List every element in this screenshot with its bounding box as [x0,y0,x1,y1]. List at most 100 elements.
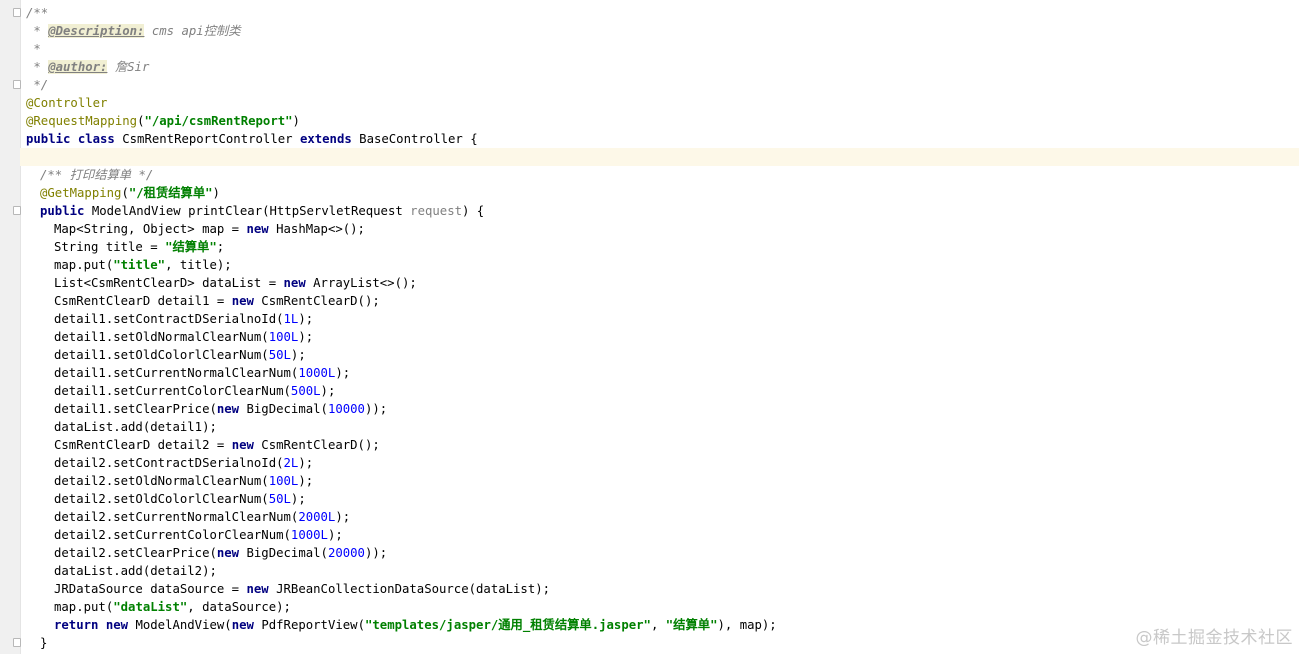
code-line[interactable]: @RequestMapping("/api/csmRentReport") [26,112,1299,130]
code-token: 10000 [327,402,365,416]
code-token: 20000 [327,546,365,560]
code-token: @RequestMapping [26,114,138,128]
code-line[interactable]: JRDataSource dataSource = new JRBeanColl… [26,580,1299,598]
code-token: 100L [268,330,299,344]
code-line[interactable]: @Controller [26,94,1299,112]
code-line[interactable]: String title = "结算单"; [26,238,1299,256]
code-line[interactable]: public ModelAndView printClear(HttpServl… [26,202,1299,220]
code-line[interactable]: */ [26,76,1299,94]
code-line[interactable]: CsmRentClearD detail2 = new CsmRentClear… [26,436,1299,454]
code-token: , title); [165,258,232,272]
code-line[interactable]: detail2.setClearPrice(new BigDecimal(200… [26,544,1299,562]
code-line[interactable]: public class CsmRentReportController ext… [26,130,1299,148]
code-token: ); [298,474,314,488]
code-token: "结算单" [165,240,217,254]
code-editor[interactable]: /** * @Description: cms api控制类 * * @auth… [20,4,1299,652]
code-line[interactable]: @GetMapping("/租赁结算单") [26,184,1299,202]
code-line[interactable]: detail1.setCurrentColorClearNum(500L); [26,382,1299,400]
code-token: detail1.setOldNormalClearNum( [54,330,269,344]
code-line[interactable]: detail1.setOldColorlClearNum(50L); [26,346,1299,364]
code-line[interactable]: dataList.add(detail2); [26,562,1299,580]
code-line[interactable] [20,148,1299,166]
code-token: detail1.setClearPrice( [54,402,217,416]
code-token: dataList.add(detail2); [54,564,217,578]
code-line[interactable]: detail2.setOldNormalClearNum(100L); [26,472,1299,490]
code-token: 2L [283,456,299,470]
code-token: 1L [283,312,299,326]
code-line[interactable]: /** 打印结算单 */ [26,166,1299,184]
code-line[interactable]: * [26,40,1299,58]
fold-marker-icon[interactable] [13,80,21,89]
code-token: , dataSource); [187,600,291,614]
code-token: ModelAndView printClear(HttpServletReque… [84,204,411,218]
code-token: "/api/csmRentReport" [144,114,293,128]
code-line[interactable]: /** [26,4,1299,22]
code-token: detail2.setCurrentColorClearNum( [54,528,291,542]
code-token: ) [292,114,300,128]
code-line[interactable]: * @Description: cms api控制类 [26,22,1299,40]
code-line[interactable]: Map<String, Object> map = new HashMap<>(… [26,220,1299,238]
code-line[interactable]: detail1.setOldNormalClearNum(100L); [26,328,1299,346]
code-token: 500L [290,384,321,398]
code-token: new [216,546,240,560]
code-line[interactable]: } [26,634,1299,652]
code-token: * [26,60,49,74]
code-token: 50L [268,492,291,506]
code-token: detail1.setCurrentNormalClearNum( [54,366,299,380]
code-token: HashMap<>(); [268,222,365,236]
code-line[interactable]: map.put("dataList", dataSource); [26,598,1299,616]
code-token: BigDecimal( [239,402,328,416]
code-token: public [40,204,85,218]
code-line[interactable]: detail2.setCurrentColorClearNum(1000L); [26,526,1299,544]
watermark: @稀土掘金技术社区 [1135,628,1293,648]
code-token: */ [26,78,49,92]
code-token: new [246,222,269,236]
code-token: , [650,618,666,632]
code-token: ArrayList<>(); [305,276,417,290]
code-token: 1000L [290,528,328,542]
code-token: @Description: [48,24,145,38]
code-line[interactable]: detail1.setClearPrice(new BigDecimal(100… [26,400,1299,418]
code-token: } [40,636,48,650]
code-token: "dataList" [113,600,188,614]
editor-gutter[interactable] [0,0,21,654]
code-token: JRBeanCollectionDataSource(dataList); [268,582,551,596]
code-line[interactable]: CsmRentClearD detail1 = new CsmRentClear… [26,292,1299,310]
code-token: "/租赁结算单" [128,186,213,200]
code-line[interactable]: detail2.setOldColorlClearNum(50L); [26,490,1299,508]
code-line[interactable]: * @author: 詹Sir [26,58,1299,76]
code-token: CsmRentClearD(); [253,438,380,452]
code-token: extends [299,132,352,146]
code-token: "结算单" [665,618,718,632]
code-line[interactable]: detail1.setCurrentNormalClearNum(1000L); [26,364,1299,382]
code-line[interactable]: detail2.setContractDSerialnoId(2L); [26,454,1299,472]
code-line[interactable]: detail2.setCurrentNormalClearNum(2000L); [26,508,1299,526]
code-token: ); [298,330,314,344]
code-line[interactable]: return new ModelAndView(new PdfReportVie… [26,616,1299,634]
code-token: BigDecimal( [239,546,328,560]
code-token: ); [298,456,314,470]
code-line[interactable]: dataList.add(detail1); [26,418,1299,436]
code-token: * [26,24,49,38]
code-token: 100L [268,474,299,488]
code-token: detail1.setOldColorlClearNum( [54,348,269,362]
code-token: 1000L [298,366,336,380]
code-token: * [26,42,41,56]
code-line[interactable]: List<CsmRentClearD> dataList = new Array… [26,274,1299,292]
code-line[interactable]: detail1.setContractDSerialnoId(1L); [26,310,1299,328]
code-line[interactable]: map.put("title", title); [26,256,1299,274]
code-token: @Controller [26,96,108,110]
code-token: String title = [54,240,166,254]
code-token: detail1.setContractDSerialnoId( [54,312,284,326]
code-token: detail1.setCurrentColorClearNum( [54,384,291,398]
code-token: detail2.setClearPrice( [54,546,217,560]
fold-marker-icon[interactable] [13,8,21,17]
code-token: request [410,204,462,218]
code-token: ) { [462,204,485,218]
code-token: @author: [48,60,108,74]
fold-marker-icon[interactable] [13,206,21,215]
code-token: ); [290,348,306,362]
code-token: cms api控制类 [144,24,241,38]
code-token: dataList.add(detail1); [54,420,217,434]
fold-marker-icon[interactable] [13,638,21,647]
